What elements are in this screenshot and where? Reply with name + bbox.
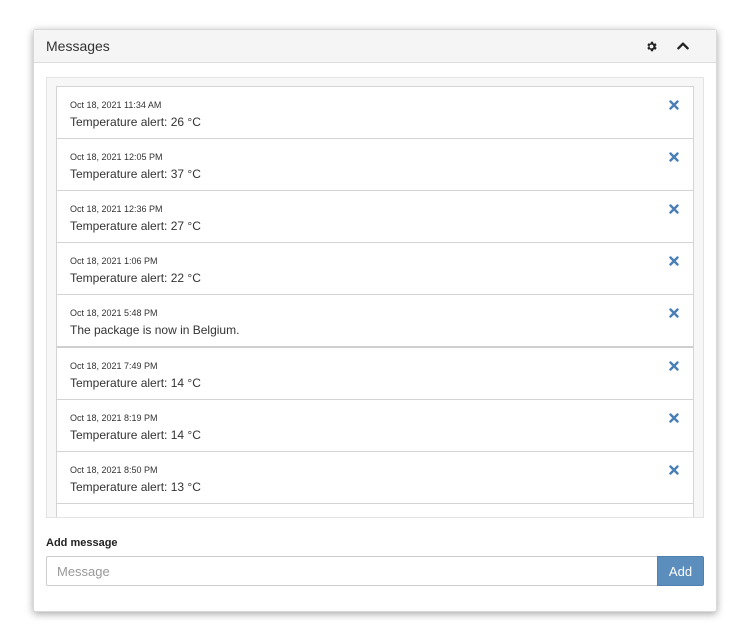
message-text: Temperature alert: 13 °C [70, 480, 201, 494]
panel-header: Messages [34, 30, 716, 63]
message-text: Temperature alert: 14 °C [70, 428, 201, 442]
message-item: Oct 18, 2021 8:50 PM Temperature alert: 1… [57, 451, 693, 503]
add-message-form: Add [46, 556, 704, 586]
close-icon[interactable] [667, 202, 681, 216]
close-icon[interactable] [667, 98, 681, 112]
close-icon[interactable] [667, 306, 681, 320]
message-item: Oct 18, 2021 11:34 AM Temperature alert: … [57, 86, 693, 138]
message-text: Temperature alert: 27 °C [70, 219, 201, 233]
message-item: Oct 18, 2021 5:48 PM The package is now i… [57, 294, 693, 346]
message-item: Oct 18, 2021 12:05 PM Temperature alert: … [57, 138, 693, 190]
message-timestamp: Oct 18, 2021 5:48 PM [70, 308, 158, 318]
chevron-up-icon[interactable] [674, 37, 692, 55]
message-timestamp: Oct 18, 2021 8:19 PM [70, 413, 158, 423]
message-text: The package is now in Belgium. [70, 323, 240, 337]
close-icon[interactable] [667, 359, 681, 373]
add-message-label: Add message [46, 537, 118, 549]
add-button[interactable]: Add [657, 556, 704, 586]
message-text: Temperature alert: 14 °C [70, 376, 201, 390]
message-timestamp: Oct 18, 2021 8:50 PM [70, 465, 158, 475]
message-text: Temperature alert: 26 °C [70, 115, 201, 129]
close-icon[interactable] [667, 463, 681, 477]
message-item-partial [57, 503, 693, 517]
close-icon[interactable] [667, 411, 681, 425]
message-timestamp: Oct 18, 2021 12:36 PM [70, 204, 163, 214]
close-icon[interactable] [667, 150, 681, 164]
close-icon[interactable] [667, 254, 681, 268]
message-item: Oct 18, 2021 7:49 PM Temperature alert: 1… [57, 346, 693, 399]
message-timestamp: Oct 18, 2021 11:34 AM [70, 100, 162, 110]
panel-title: Messages [46, 38, 110, 54]
message-timestamp: Oct 18, 2021 12:05 PM [70, 152, 163, 162]
message-timestamp: Oct 18, 2021 1:06 PM [70, 256, 158, 266]
message-timestamp: Oct 18, 2021 7:49 PM [70, 361, 158, 371]
message-item: Oct 18, 2021 1:06 PM Temperature alert: 2… [57, 242, 693, 294]
message-list: Oct 18, 2021 11:34 AM Temperature alert: … [56, 86, 694, 517]
message-text: Temperature alert: 37 °C [70, 167, 201, 181]
message-item: Oct 18, 2021 8:19 PM Temperature alert: 1… [57, 399, 693, 451]
message-input[interactable] [46, 556, 657, 586]
messages-panel: Messages Oct 18, 2021 11:34 AM Temperatur… [33, 29, 717, 612]
message-item: Oct 18, 2021 12:36 PM Temperature alert: … [57, 190, 693, 242]
message-list-container[interactable]: Oct 18, 2021 11:34 AM Temperature alert: … [46, 77, 704, 518]
gear-icon[interactable] [642, 37, 660, 55]
message-text: Temperature alert: 22 °C [70, 271, 201, 285]
